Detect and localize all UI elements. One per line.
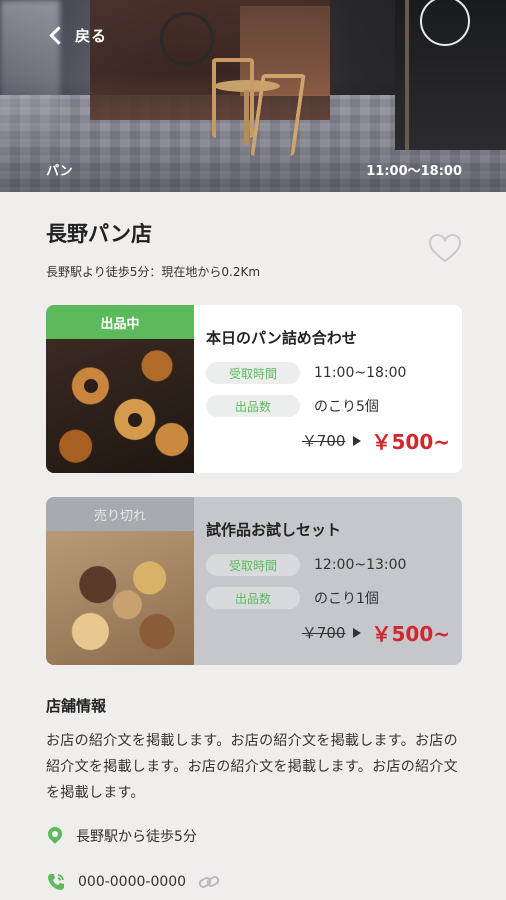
offer-title: 試作品お試しセット (206, 521, 342, 539)
pickup-value: 12:00~13:00 (314, 557, 407, 573)
price-row: ￥700 ￥500~ (302, 426, 450, 455)
offer-title: 本日のパン詰め合わせ (206, 329, 357, 347)
stock-label: 出品数 (206, 587, 300, 609)
category-label: パン (46, 164, 73, 179)
section-title-store-info: 店舗情報 (46, 697, 107, 715)
pickup-row: 受取時間 11:00~18:00 (206, 361, 406, 385)
offer-card[interactable]: 出品中 本日のパン詰め合わせ 受取時間 11:00~18:00 出品数 のこり5… (46, 305, 462, 473)
stock-row: 出品数 のこり5個 (206, 394, 379, 418)
offer-card[interactable]: 売り切れ 試作品お試しセット 受取時間 12:00~13:00 出品数 のこり1… (46, 497, 462, 665)
back-button[interactable]: 戻る (44, 20, 107, 50)
pickup-value: 11:00~18:00 (314, 365, 407, 381)
access-row: 長野駅から徒歩5分 (46, 826, 197, 846)
stock-label: 出品数 (206, 395, 300, 417)
stock-value: のこり1個 (314, 591, 379, 607)
chevron-left-icon (49, 25, 68, 45)
store-name: 長野パン店 (46, 222, 153, 246)
price-row: ￥700 ￥500~ (302, 618, 450, 647)
bread-photo (46, 339, 194, 473)
phone-number[interactable]: 000-0000-0000 (78, 874, 186, 890)
status-badge: 出品中 (46, 305, 194, 339)
offer-thumbnail: 出品中 (46, 305, 194, 473)
status-badge: 売り切れ (46, 497, 194, 531)
phone-row[interactable]: 000-0000-0000 (46, 872, 220, 892)
store-access: 長野駅より徒歩5分：現在地から0.2Km (46, 265, 261, 279)
link-icon[interactable] (198, 873, 220, 891)
old-price: ￥700 (301, 624, 346, 642)
offer-thumbnail: 売り切れ (46, 497, 194, 665)
pickup-label: 受取時間 (206, 554, 300, 576)
new-price: ￥500~ (371, 430, 450, 454)
pickup-label: 受取時間 (206, 362, 300, 384)
map-pin-icon (46, 827, 64, 845)
arrow-right-icon (353, 627, 362, 638)
stock-value: のこり5個 (314, 399, 379, 415)
access-text: 長野駅から徒歩5分 (76, 829, 197, 845)
hero-bicycle (160, 12, 214, 66)
stock-row: 出品数 のこり1個 (206, 586, 379, 610)
hero-image: 戻る パン 11:00〜18:00 (0, 0, 506, 192)
hero-door-frame (405, 0, 409, 150)
store-intro-text: お店の紹介文を掲載します。お店の紹介文を掲載します。お店の紹介文を掲載します。お… (46, 733, 458, 801)
hero-chair (212, 58, 254, 138)
heart-icon (428, 233, 462, 263)
pickup-row: 受取時間 12:00~13:00 (206, 553, 406, 577)
business-hours: 11:00〜18:00 (366, 164, 462, 179)
old-price: ￥700 (301, 432, 346, 450)
new-price: ￥500~ (371, 622, 450, 646)
arrow-right-icon (353, 435, 362, 446)
favorite-button[interactable] (428, 232, 462, 266)
phone-icon (46, 872, 66, 892)
back-label: 戻る (75, 26, 108, 45)
bread-photo (46, 531, 194, 665)
